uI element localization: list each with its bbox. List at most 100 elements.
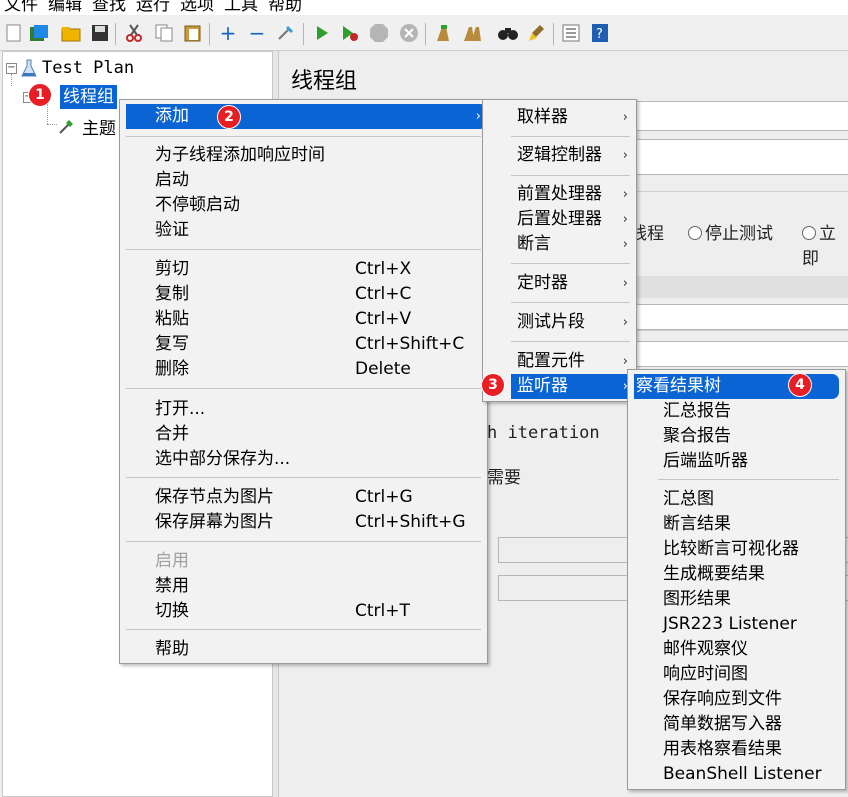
- context-menu: 添加 › 为子线程添加响应时间 启动 不停顿启动 验证 剪切 Ctrl+X 复制 C…: [119, 99, 488, 664]
- menu-item-response-time-graph[interactable]: 响应时间图: [628, 662, 845, 687]
- step-badge-3: 3: [481, 373, 505, 397]
- chevron-right-icon: ›: [622, 110, 628, 125]
- menu-item-add[interactable]: 添加 ›: [126, 104, 487, 129]
- new-icon[interactable]: [3, 22, 25, 44]
- help-icon[interactable]: ?: [589, 22, 611, 44]
- menu-item-aggregate-graph[interactable]: 汇总图: [628, 487, 845, 512]
- menu-item-save-responses-to-file[interactable]: 保存响应到文件: [628, 687, 845, 712]
- menu-item-backend-listener[interactable]: 后端监听器: [628, 449, 845, 474]
- menu-item-add-think-time[interactable]: 为子线程添加响应时间: [120, 143, 487, 168]
- menu-item-validate[interactable]: 验证: [120, 218, 487, 243]
- menu-item-config-element[interactable]: 配置元件 ›: [483, 349, 636, 374]
- chevron-right-icon: ›: [622, 212, 628, 227]
- menu-item-start[interactable]: 启动: [120, 168, 487, 193]
- menu-item-toggle[interactable]: 切换 Ctrl+T: [120, 599, 487, 624]
- reset-search-icon[interactable]: [526, 22, 548, 44]
- clear-all-icon[interactable]: [461, 22, 483, 44]
- page-title: 线程组: [291, 69, 358, 94]
- clear-icon[interactable]: [432, 22, 454, 44]
- paste-icon[interactable]: [182, 22, 204, 44]
- menu-item-pre-processors[interactable]: 前置处理器 ›: [483, 182, 636, 207]
- test-plan-icon: [21, 59, 37, 77]
- menu-item-copy[interactable]: 复制 Ctrl+C: [120, 282, 487, 307]
- menu-item-cut[interactable]: 剪切 Ctrl+X: [120, 257, 487, 282]
- copy-icon[interactable]: [153, 22, 175, 44]
- menu-item-paste[interactable]: 粘贴 Ctrl+V: [120, 307, 487, 332]
- tree-node-child[interactable]: 主题: [58, 114, 116, 139]
- svg-text:?: ?: [596, 27, 603, 42]
- menu-item-assertions[interactable]: 断言 ›: [483, 232, 636, 257]
- menu-item-logic-controller[interactable]: 逻辑控制器 ›: [483, 143, 636, 168]
- radio-button[interactable]: [802, 226, 816, 240]
- tree-node-thread-group[interactable]: 线程组: [60, 85, 117, 109]
- save-icon[interactable]: [89, 22, 111, 44]
- listener-submenu: 察看结果树 汇总报告 聚合报告 后端监听器 汇总图 断言结果 比较断言可视化器 …: [627, 369, 846, 790]
- cut-icon[interactable]: [123, 22, 145, 44]
- expand-all-icon[interactable]: +: [217, 21, 239, 45]
- menu-item-generate-summary-results[interactable]: 生成概要结果: [628, 562, 845, 587]
- menu-item-save-selection[interactable]: 选中部分保存为...: [120, 447, 487, 472]
- menu-item-comparison-assertion-visualizer[interactable]: 比较断言可视化器: [628, 537, 845, 562]
- shutdown-icon[interactable]: [398, 22, 420, 44]
- menu-item-sampler[interactable]: 取样器 ›: [483, 105, 636, 130]
- menu-item-assertion-results[interactable]: 断言结果: [628, 512, 845, 537]
- radio-stop-test[interactable]: 停止测试: [688, 219, 773, 244]
- function-helper-icon[interactable]: [560, 22, 582, 44]
- menu-item-post-processors[interactable]: 后置处理器 ›: [483, 207, 636, 232]
- step-badge-1: 1: [28, 83, 52, 107]
- collapse-icon[interactable]: −: [6, 63, 17, 74]
- templates-icon[interactable]: [28, 22, 50, 44]
- menu-item-open[interactable]: 打开...: [120, 397, 487, 422]
- toggle-icon[interactable]: [275, 22, 297, 44]
- menu-bar: 文件 编辑 查找 运行 选项 工具 帮助: [0, 0, 848, 15]
- delay-label: 需要: [487, 468, 521, 488]
- menu-options[interactable]: 选项: [180, 0, 214, 15]
- menu-item-save-screen-image[interactable]: 保存屏幕为图片 Ctrl+Shift+G: [120, 510, 487, 535]
- menu-item-mailer-visualizer[interactable]: 邮件观察仪: [628, 637, 845, 662]
- open-icon[interactable]: [60, 22, 82, 44]
- menu-help[interactable]: 帮助: [268, 0, 302, 15]
- menu-item-merge[interactable]: 合并: [120, 422, 487, 447]
- tree-node-test-plan[interactable]: Test Plan: [21, 56, 134, 80]
- menu-item-disable[interactable]: 禁用: [120, 574, 487, 599]
- start-no-pause-icon[interactable]: [339, 22, 361, 44]
- menu-item-delete[interactable]: 删除 Delete: [120, 357, 487, 382]
- search-icon[interactable]: [497, 22, 519, 44]
- radio-button[interactable]: [688, 226, 702, 240]
- thread-group-label: 线程组: [60, 85, 117, 109]
- step-badge-2: 2: [217, 105, 241, 129]
- menu-run[interactable]: 运行: [136, 0, 170, 15]
- menu-file[interactable]: 文件: [4, 0, 38, 15]
- menu-item-test-fragment[interactable]: 测试片段 ›: [483, 310, 636, 335]
- menu-item-aggregate-report[interactable]: 聚合报告: [628, 424, 845, 449]
- menu-item-listener[interactable]: 监听器 ›: [511, 374, 636, 399]
- menu-tools[interactable]: 工具: [224, 0, 258, 15]
- radio-stop-now[interactable]: 立即: [802, 219, 848, 269]
- chevron-right-icon: ›: [622, 148, 628, 163]
- chevron-right-icon: ›: [622, 187, 628, 202]
- menu-item-help[interactable]: 帮助: [120, 637, 487, 662]
- step-badge-4: 4: [788, 373, 812, 397]
- add-submenu: 取样器 › 逻辑控制器 › 前置处理器 › 后置处理器 › 断言 › 定时器 › 测试片段 ›…: [482, 99, 637, 402]
- chevron-right-icon: ›: [622, 237, 628, 252]
- menu-item-start-no-pause[interactable]: 不停顿启动: [120, 193, 487, 218]
- menu-item-enable: 启用: [155, 551, 189, 571]
- chevron-right-icon: ›: [622, 315, 628, 330]
- start-icon[interactable]: [311, 22, 333, 44]
- menu-item-duplicate[interactable]: 复写 Ctrl+Shift+C: [120, 332, 487, 357]
- stop-icon[interactable]: [368, 22, 390, 44]
- sampler-icon: [59, 120, 73, 134]
- child-node-label: 主题: [82, 118, 116, 139]
- menu-item-view-results-in-table[interactable]: 用表格察看结果: [628, 737, 845, 762]
- menu-item-beanshell-listener[interactable]: BeanShell Listener: [628, 762, 845, 787]
- menu-search[interactable]: 查找: [92, 0, 126, 15]
- same-user-label: h iteration: [487, 423, 600, 443]
- collapse-all-icon[interactable]: −: [246, 21, 268, 45]
- menu-item-simple-data-writer[interactable]: 简单数据写入器: [628, 712, 845, 737]
- menu-item-jsr223-listener[interactable]: JSR223 Listener: [628, 612, 845, 637]
- menu-item-timer[interactable]: 定时器 ›: [483, 271, 636, 296]
- menu-edit[interactable]: 编辑: [48, 0, 82, 15]
- menu-item-graph-results[interactable]: 图形结果: [628, 587, 845, 612]
- menu-item-save-node-image[interactable]: 保存节点为图片 Ctrl+G: [120, 485, 487, 510]
- menu-item-summary-report[interactable]: 汇总报告: [628, 399, 845, 424]
